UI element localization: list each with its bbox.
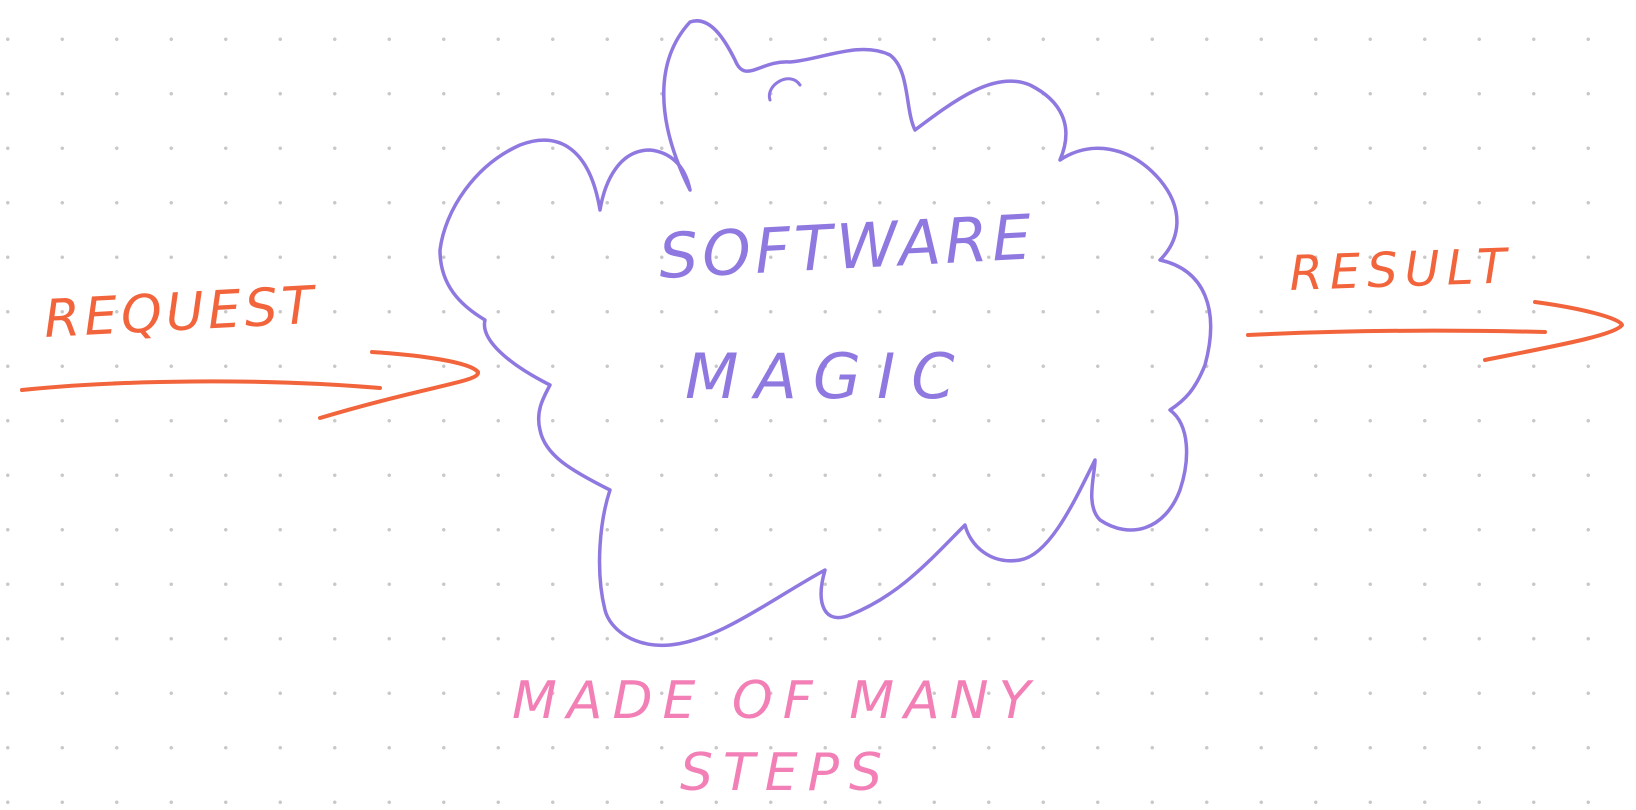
result-arrow-shaft: [1246, 328, 1547, 337]
caption-line1: MADE OF MANY: [512, 671, 1040, 731]
request-label: REQUEST: [43, 276, 320, 350]
request-arrow-shaft: [20, 379, 382, 392]
cloud-title-line1: SOFTWARE: [657, 200, 1037, 293]
cloud-shape: [438, 19, 1213, 648]
cloud-inner-curl: [767, 77, 802, 102]
whiteboard-canvas: REQUEST RESULT SOFTWARE MAGIC MADE OF MA…: [0, 0, 1636, 810]
caption-line2: STEPS: [680, 743, 892, 803]
diagram-drawing: REQUEST RESULT SOFTWARE MAGIC MADE OF MA…: [20, 19, 1624, 803]
result-label: RESULT: [1288, 238, 1514, 302]
cloud-title-line2: MAGIC: [685, 340, 971, 413]
